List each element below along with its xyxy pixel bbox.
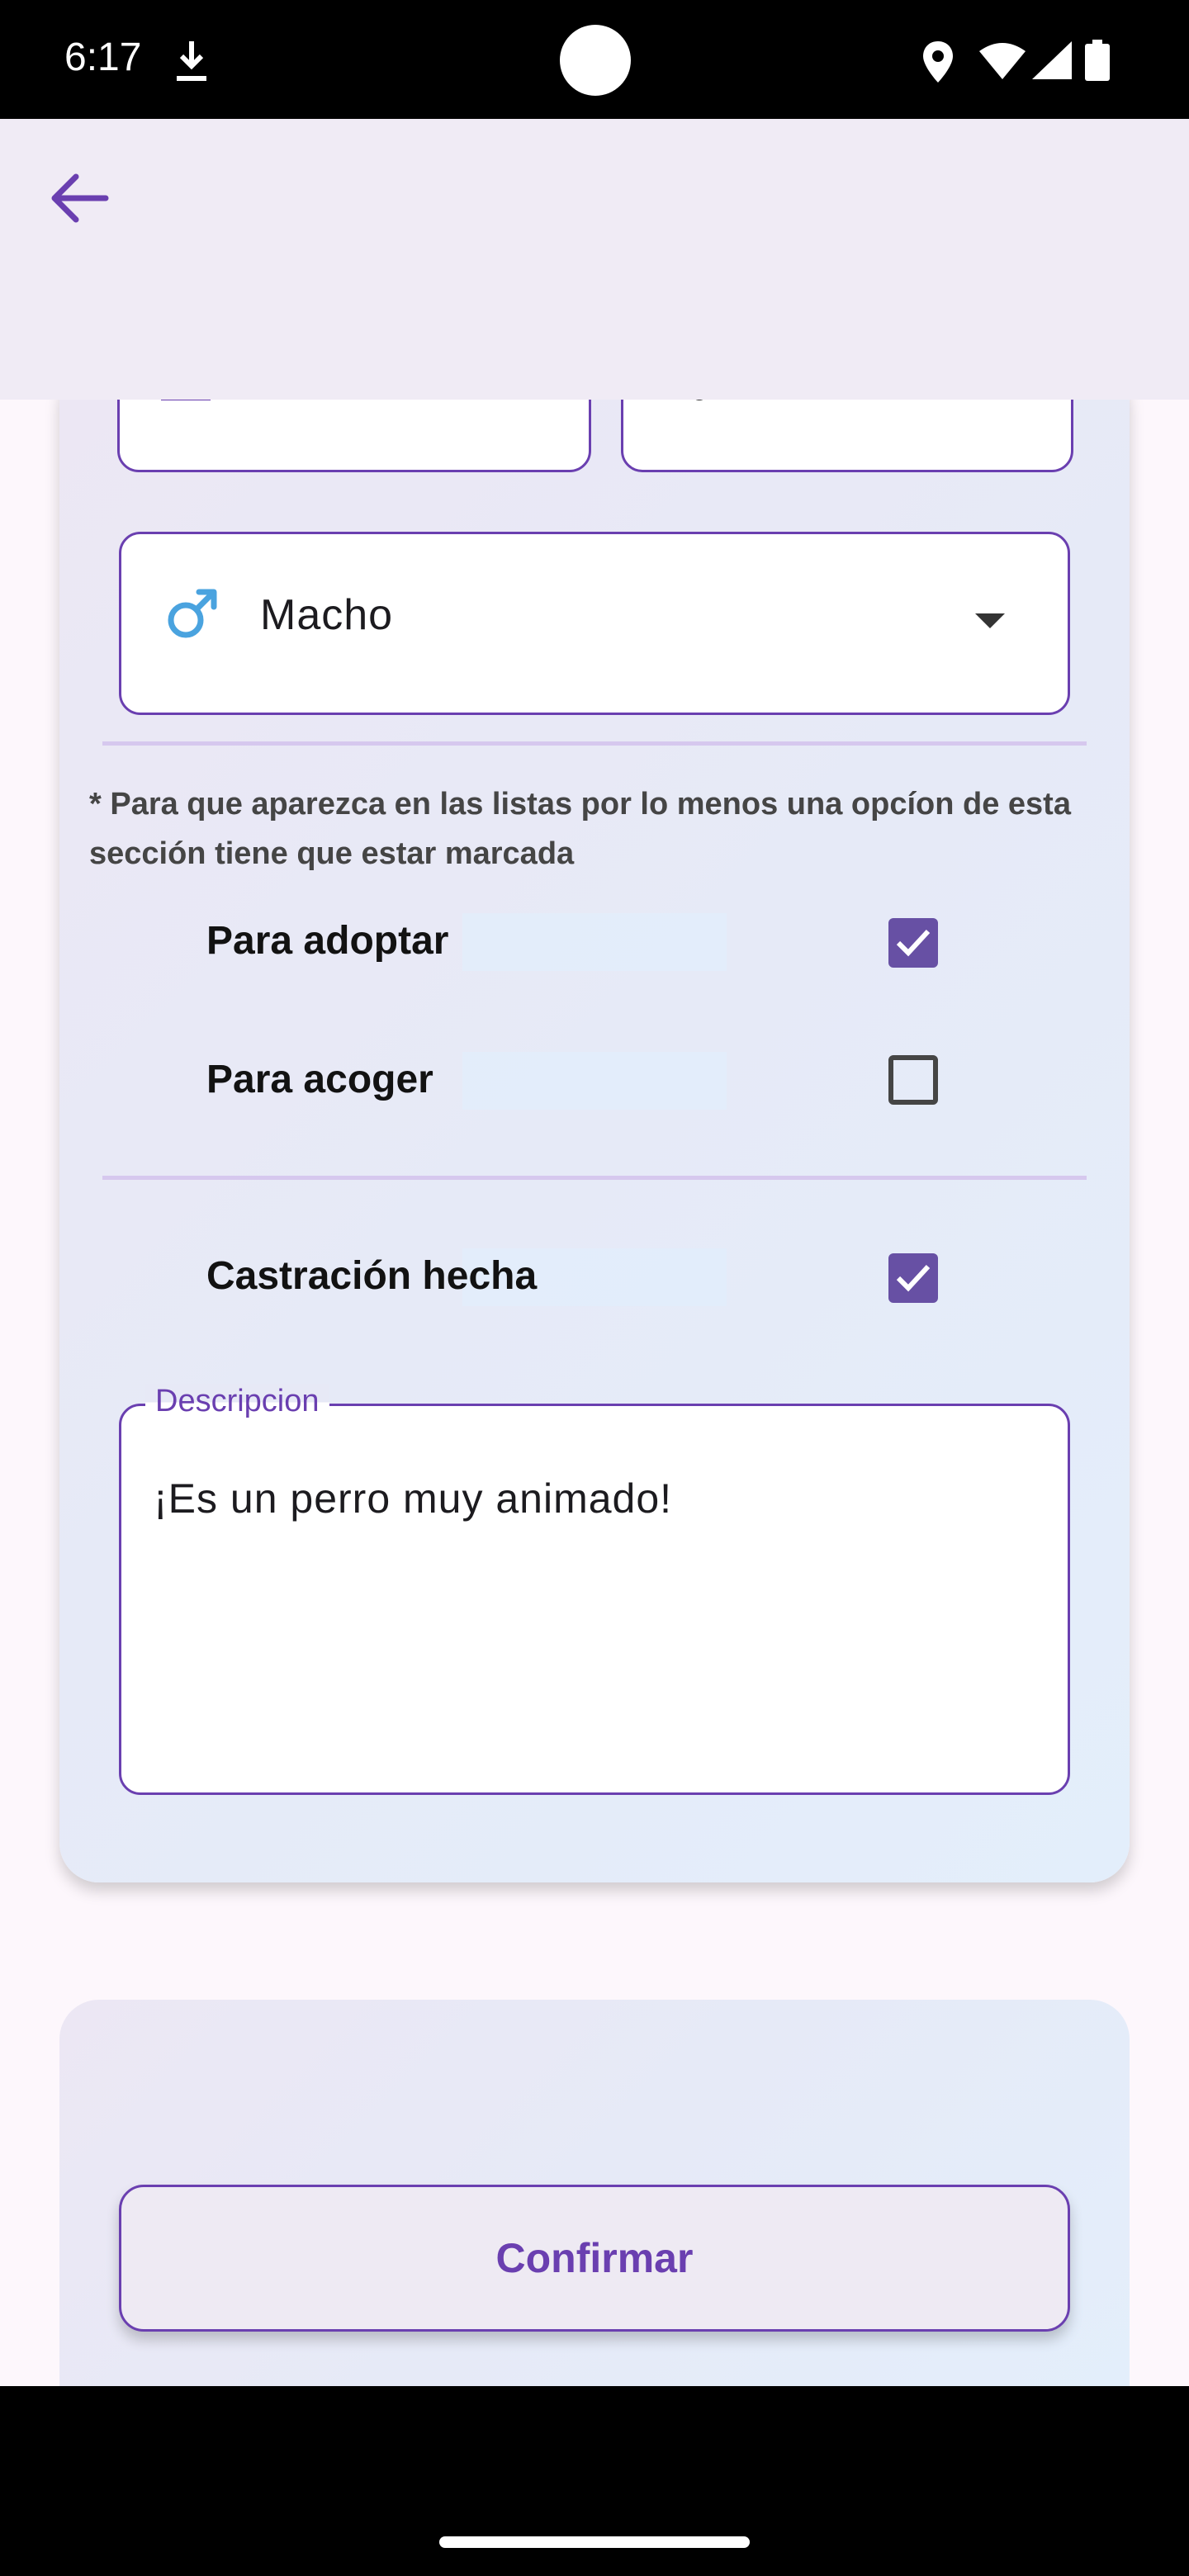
description-value: ¡Es un perro muy animado! (154, 1475, 673, 1522)
location-icon (923, 41, 953, 83)
row-highlight (462, 1052, 727, 1110)
option-foster-label: Para acoger (206, 1058, 433, 1101)
status-time: 6:17 (64, 36, 142, 79)
confirm-button[interactable]: Confirmar (119, 2185, 1070, 2332)
arrow-back-icon[interactable] (46, 165, 112, 231)
wifi-icon (979, 43, 1026, 79)
male-icon (168, 589, 217, 638)
home-gesture-handle[interactable] (439, 2536, 750, 2548)
section-divider (102, 741, 1087, 746)
gender-value: Macho (260, 591, 394, 639)
row-highlight (462, 913, 727, 971)
adopt-checkbox[interactable] (888, 918, 938, 968)
check-icon (896, 929, 931, 957)
castration-checkbox[interactable] (888, 1253, 938, 1303)
option-adopt-label: Para adoptar (206, 919, 449, 963)
download-icon (177, 41, 206, 81)
check-icon (896, 1264, 931, 1292)
foster-checkbox[interactable] (888, 1055, 938, 1105)
castration-label: Castración hecha (206, 1254, 538, 1298)
gender-dropdown[interactable]: Macho (119, 532, 1070, 715)
status-bar: 6:17 (0, 0, 1189, 119)
visibility-note: * Para que aparezca en las listas por lo… (89, 787, 1071, 871)
front-camera (560, 25, 631, 96)
description-label: Descripcion (145, 1384, 329, 1419)
confirm-button-label: Confirmar (495, 2235, 694, 2281)
chevron-down-icon (975, 613, 1005, 628)
description-field[interactable] (119, 1404, 1070, 1795)
battery-icon (1085, 40, 1110, 81)
section-divider (102, 1176, 1087, 1180)
navigation-bar (0, 2386, 1189, 2576)
app-bar (0, 119, 1189, 400)
signal-icon (1032, 41, 1072, 79)
